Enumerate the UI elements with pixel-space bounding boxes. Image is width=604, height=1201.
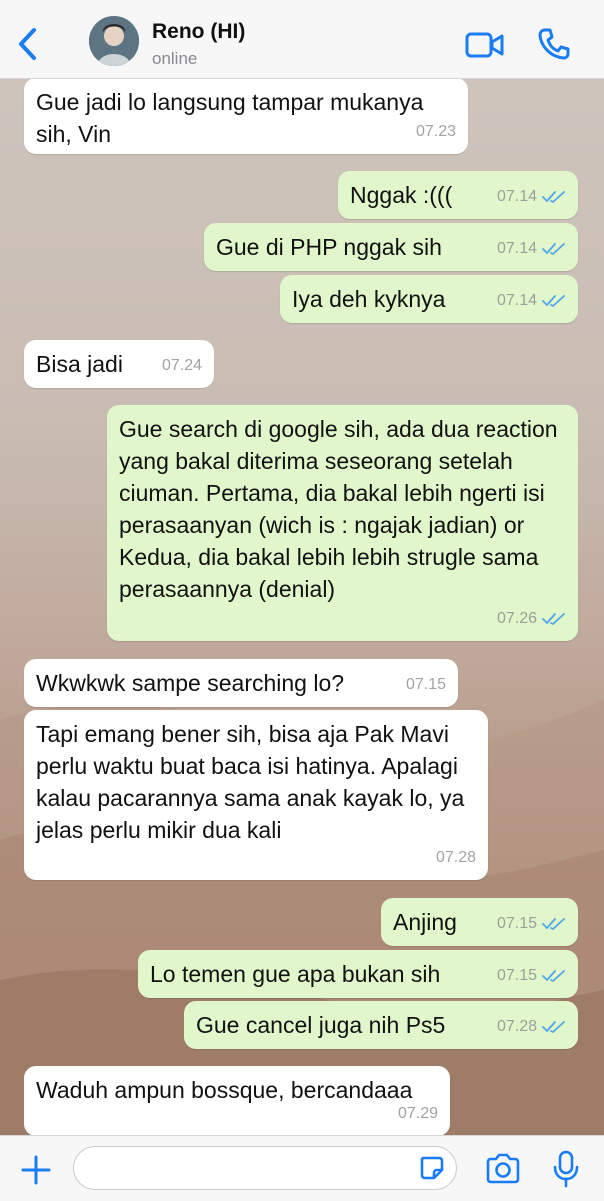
read-receipt-icon xyxy=(542,295,565,307)
message-time: 07.15 xyxy=(496,915,537,932)
message-time: 07.15 xyxy=(405,676,446,693)
message-incoming[interactable]: Gue jadi lo langsung tampar mukanya sih,… xyxy=(24,78,468,154)
microphone-button[interactable] xyxy=(551,1149,581,1189)
message-outgoing[interactable]: Iya deh kyknya 07.14 xyxy=(280,275,578,323)
chat-header: Reno (HI) online xyxy=(0,0,604,79)
message-incoming[interactable]: Waduh ampun bossque, bercandaaa 07.29 xyxy=(24,1066,450,1136)
message-text: Waduh ampun bossque, bercandaaa xyxy=(36,1077,413,1103)
message-incoming[interactable]: Tapi emang bener sih, bisa aja Pak Mavi … xyxy=(24,710,488,880)
back-button[interactable] xyxy=(12,24,44,64)
contact-status: online xyxy=(152,49,198,68)
contact-name[interactable]: Reno (HI) xyxy=(152,20,245,44)
message-time: 07.14 xyxy=(496,188,537,205)
read-receipt-icon xyxy=(542,1021,565,1033)
video-call-button[interactable] xyxy=(465,28,505,62)
message-outgoing[interactable]: Gue search di google sih, ada dua reacti… xyxy=(107,405,578,641)
attach-button[interactable] xyxy=(18,1152,54,1188)
plus-icon xyxy=(21,1155,51,1185)
message-text: Tapi emang bener sih, bisa aja Pak Mavi … xyxy=(36,721,465,843)
message-time: 07.14 xyxy=(496,292,537,309)
message-input[interactable] xyxy=(73,1146,457,1190)
message-time: 07.24 xyxy=(161,357,202,374)
video-camera-icon xyxy=(465,32,504,58)
message-time: 07.29 xyxy=(397,1105,438,1122)
avatar-image xyxy=(89,16,139,66)
message-text: Gue jadi lo langsung tampar mukanya sih,… xyxy=(36,89,424,147)
read-receipt-icon xyxy=(542,243,565,255)
contact-avatar[interactable] xyxy=(89,16,139,66)
camera-icon xyxy=(486,1153,520,1184)
compose-bar xyxy=(0,1135,604,1201)
message-outgoing[interactable]: Nggak :((( 07.14 xyxy=(338,171,578,219)
read-receipt-icon xyxy=(542,970,565,982)
message-text: Wkwkwk sampe searching lo? xyxy=(36,670,345,696)
chevron-left-icon xyxy=(19,28,36,60)
read-receipt-icon xyxy=(542,613,565,625)
message-time: 07.28 xyxy=(435,849,476,866)
message-outgoing[interactable]: Anjing 07.15 xyxy=(381,898,578,946)
read-receipt-icon xyxy=(542,918,565,930)
message-time: 07.14 xyxy=(496,240,537,257)
microphone-icon xyxy=(553,1150,579,1188)
message-outgoing[interactable]: Lo temen gue apa bukan sih 07.15 xyxy=(138,950,578,998)
message-outgoing[interactable]: Gue di PHP nggak sih 07.14 xyxy=(204,223,578,271)
sticker-icon xyxy=(420,1156,444,1180)
message-time: 07.15 xyxy=(496,967,537,984)
camera-button[interactable] xyxy=(484,1152,522,1186)
message-time: 07.23 xyxy=(415,123,456,140)
message-time: 07.28 xyxy=(496,1018,537,1035)
voice-call-button[interactable] xyxy=(536,26,572,62)
message-time: 07.26 xyxy=(496,610,537,627)
message-incoming[interactable]: Wkwkwk sampe searching lo? 07.15 xyxy=(24,659,458,707)
message-incoming[interactable]: Bisa jadi 07.24 xyxy=(24,340,214,388)
message-outgoing[interactable]: Gue cancel juga nih Ps5 07.28 xyxy=(184,1001,578,1049)
phone-icon xyxy=(538,28,570,60)
message-text: Gue search di google sih, ada dua reacti… xyxy=(119,416,558,602)
read-receipt-icon xyxy=(542,191,565,203)
sticker-button[interactable] xyxy=(418,1154,446,1182)
